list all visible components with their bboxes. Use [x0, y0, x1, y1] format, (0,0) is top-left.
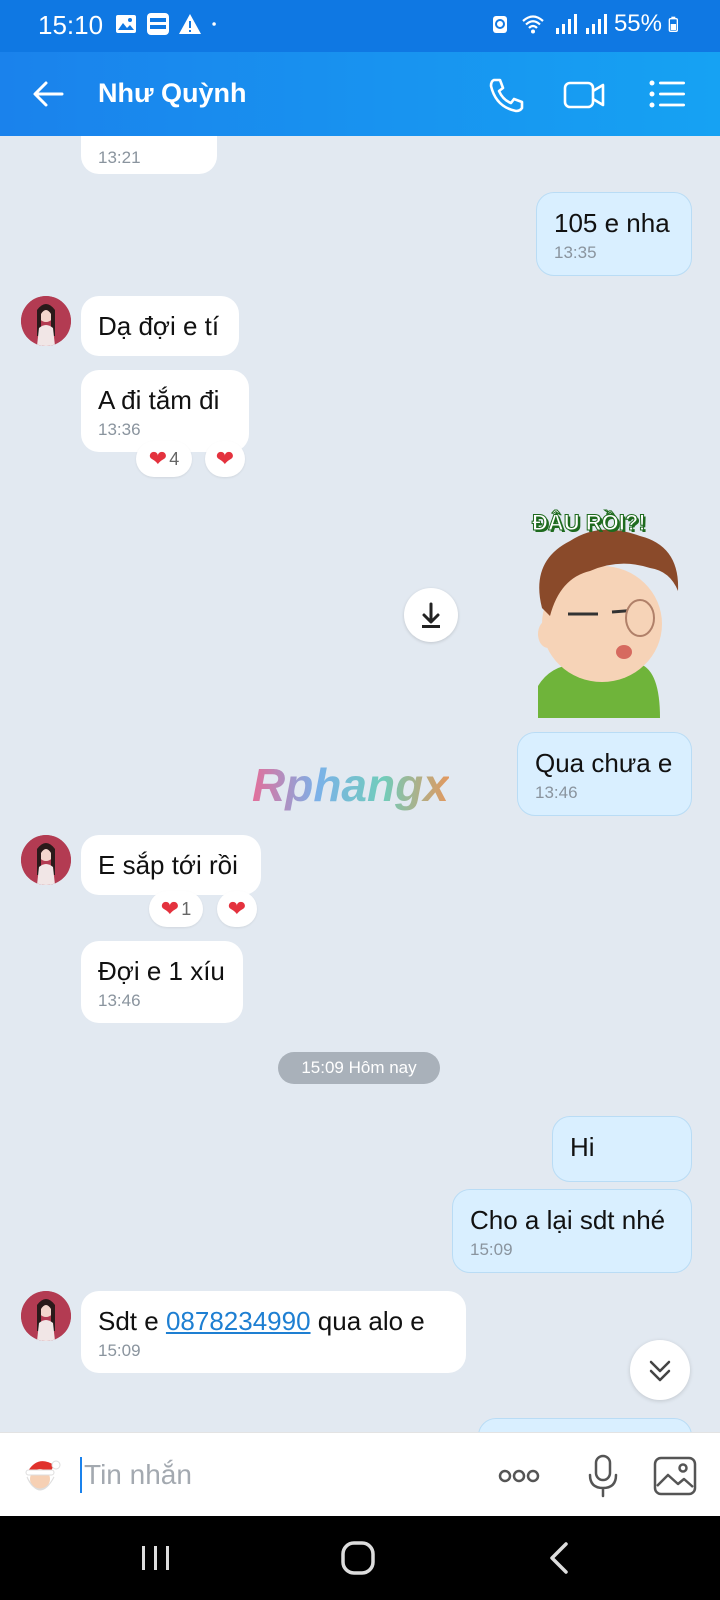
- signal-icon: [585, 14, 607, 34]
- more-dots-icon[interactable]: [496, 1453, 542, 1499]
- message-text: Qua chưa e: [535, 748, 673, 778]
- download-icon: [422, 602, 440, 628]
- list-menu-icon[interactable]: [646, 74, 690, 114]
- message-time: 13:35: [554, 243, 597, 262]
- heart-icon: ❤: [215, 446, 235, 471]
- react-button[interactable]: ❤: [217, 891, 257, 927]
- reaction-summary[interactable]: ❤ 1: [149, 891, 203, 927]
- message-bubble-outgoing[interactable]: [478, 1418, 692, 1432]
- message-text: Hi: [570, 1132, 595, 1162]
- baomoi-icon: [147, 13, 169, 35]
- message-text: E sắp tới rồi: [98, 850, 238, 880]
- battery-percent: 55%: [613, 10, 662, 37]
- phone-number-link[interactable]: 0878234990: [166, 1306, 311, 1336]
- status-time: 15:10: [38, 10, 104, 40]
- back-arrow-icon[interactable]: [28, 74, 68, 114]
- santa-emoji-icon[interactable]: [20, 1455, 62, 1497]
- message-time: 15:09: [98, 1341, 141, 1360]
- back-icon[interactable]: [540, 1538, 580, 1578]
- phone-icon[interactable]: [484, 74, 528, 114]
- message-text-part: qua alo e: [310, 1306, 425, 1336]
- wifi-icon: [522, 15, 544, 34]
- sticker-image[interactable]: [520, 506, 696, 718]
- sticker-caption: ĐÂU RỒI?!: [532, 510, 647, 536]
- video-call-icon[interactable]: [562, 74, 606, 114]
- message-list[interactable]: 13:21 105 e nha 13:35 Dạ đợi e tí A đi t…: [0, 136, 720, 1432]
- microphone-icon[interactable]: [580, 1453, 626, 1499]
- heart-icon: ❤: [160, 896, 180, 921]
- message-time: 13:46: [98, 991, 141, 1010]
- gallery-icon: [116, 15, 136, 33]
- reaction-count: 1: [181, 898, 192, 919]
- message-text: Dạ đợi e tí: [98, 311, 220, 341]
- battery-icon: [668, 16, 678, 32]
- message-bubble-outgoing[interactable]: Qua chưa e 13:46: [517, 732, 692, 816]
- notification-icons: [114, 12, 224, 36]
- message-text-part: Sdt e: [98, 1306, 166, 1336]
- date-divider: 15:09 Hôm nay: [278, 1052, 440, 1084]
- message-time: 15:09: [470, 1240, 513, 1259]
- message-input[interactable]: [84, 1453, 484, 1497]
- warning-icon: [179, 14, 201, 34]
- message-bubble-incoming[interactable]: Sdt e 0878234990 qua alo e 15:09: [81, 1291, 466, 1373]
- reaction-count: 4: [169, 448, 180, 469]
- message-bubble-outgoing[interactable]: 105 e nha 13:35: [536, 192, 692, 276]
- signal-icon: [555, 14, 577, 34]
- chat-header: Như Quỳnh: [0, 52, 720, 136]
- message-text: Cho a lại sdt nhé: [470, 1205, 666, 1235]
- message-bubble-incoming[interactable]: 13:21: [81, 136, 217, 174]
- heart-icon: ❤: [148, 446, 168, 471]
- message-bubble-incoming[interactable]: A đi tắm đi 13:36: [81, 370, 249, 452]
- contact-name[interactable]: Như Quỳnh: [98, 78, 247, 109]
- avatar[interactable]: [21, 296, 71, 346]
- message-text: Sdt e 0878234990 qua alo e: [98, 1303, 449, 1339]
- message-text: 105 e nha: [554, 208, 670, 238]
- reaction-summary[interactable]: ❤ 4: [136, 441, 192, 477]
- status-bar: 15:10 55%: [0, 0, 720, 52]
- message-composer: [0, 1432, 720, 1516]
- message-time: 13:46: [535, 783, 578, 802]
- image-icon[interactable]: [652, 1453, 698, 1499]
- system-icons: 55%: [488, 10, 684, 38]
- message-text: Đợi e 1 xíu: [98, 956, 225, 986]
- avatar-image: [21, 1291, 71, 1341]
- message-text: A đi tắm đi: [98, 385, 220, 415]
- react-button[interactable]: ❤: [205, 441, 245, 477]
- avatar-image: [21, 296, 71, 346]
- message-bubble-outgoing[interactable]: Hi: [552, 1116, 692, 1182]
- message-time: 13:21: [98, 148, 141, 167]
- text-cursor: [80, 1457, 82, 1493]
- avatar-image: [21, 835, 71, 885]
- avatar[interactable]: [21, 1291, 71, 1341]
- system-nav-bar: [0, 1516, 720, 1600]
- home-icon[interactable]: [338, 1538, 378, 1578]
- avatar[interactable]: [21, 835, 71, 885]
- message-bubble-incoming[interactable]: E sắp tới rồi: [81, 835, 261, 895]
- recycle-icon: [492, 16, 507, 33]
- double-chevron-down-icon: [649, 1360, 671, 1382]
- message-bubble-incoming[interactable]: Đợi e 1 xíu 13:46: [81, 941, 243, 1023]
- message-bubble-incoming[interactable]: Dạ đợi e tí: [81, 296, 239, 356]
- download-button[interactable]: [404, 588, 458, 642]
- message-time: 13:36: [98, 420, 141, 439]
- watermark: Rphangx: [252, 759, 449, 811]
- message-bubble-outgoing[interactable]: Cho a lại sdt nhé 15:09: [452, 1189, 692, 1273]
- dot-icon: [212, 22, 216, 26]
- recent-apps-icon[interactable]: [136, 1538, 176, 1578]
- scroll-to-bottom-button[interactable]: [630, 1340, 690, 1400]
- heart-icon: ❤: [227, 896, 247, 921]
